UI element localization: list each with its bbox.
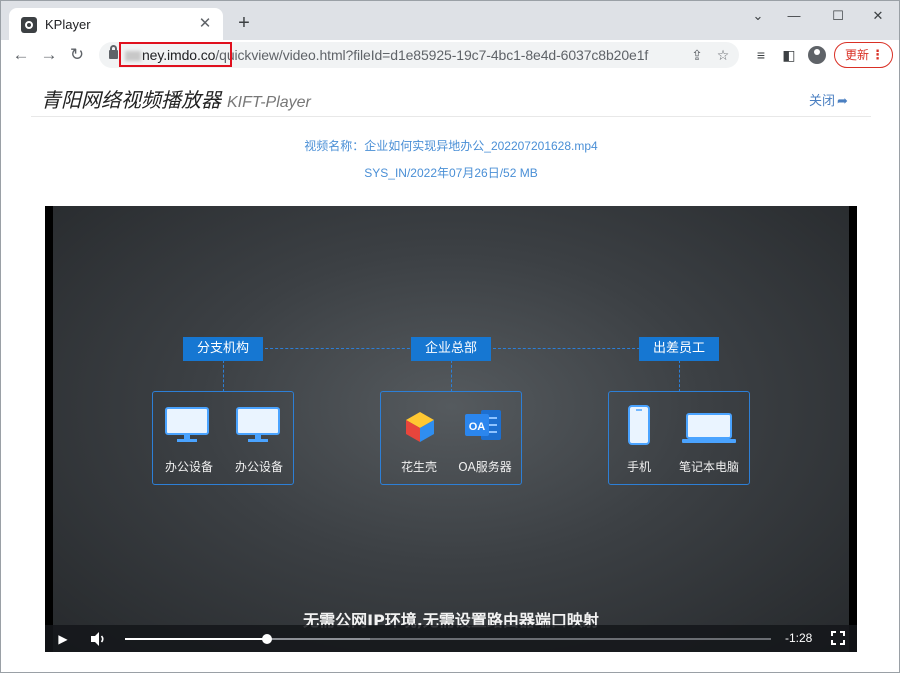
browser-tab[interactable]: KPlayer ✕ [9,8,223,41]
node-box-branch: 办公设备 办公设备 [152,391,294,485]
close-window-button[interactable]: ✕ [863,7,893,25]
browser-tab-bar: KPlayer ✕ + ⌄ — ☐ ✕ [0,0,900,41]
update-button[interactable]: 更新 ⋮ [834,42,893,68]
time-remaining: -1:28 [785,631,813,645]
progress-thumb[interactable] [262,634,273,644]
node-title-branch: 分支机构 [183,337,263,361]
reload-icon[interactable]: ↻ [65,43,89,67]
fullscreen-icon[interactable] [831,631,845,645]
sidepanel-icon[interactable]: ◧ [778,44,800,66]
node-title-staff: 出差员工 [639,337,719,361]
video-frame: 分支机构 办公设备 办公设备 企业总部 OA 花生壳 OA服务器 出差员工 手机… [53,206,849,652]
connector-line [265,348,415,349]
phone-icon [628,405,650,445]
node-box-hq: OA 花生壳 OA服务器 [380,391,522,485]
player-controls: ▶ -1:28 [45,625,857,652]
device-label: OA服务器 [458,460,512,474]
close-link[interactable]: 关闭 ➦ [809,90,848,109]
tab-search-icon[interactable]: ⌄ [743,7,773,25]
volume-icon[interactable] [89,630,107,648]
update-label: 更新 [845,48,870,62]
page-brand: 青阳网络视频播放器 KIFT-Player [41,84,311,113]
tab-title: KPlayer [45,17,91,32]
connector-line [223,360,224,392]
connector-line [493,348,645,349]
device-label: 笔记本电脑 [678,460,739,474]
monitor-icon [165,407,209,442]
forward-icon[interactable]: → [37,43,61,67]
back-icon[interactable]: ← [9,43,33,67]
url-path: /quickview/video.html?fileId=d1e85925-19… [215,47,649,63]
video-meta: SYS_IN/2022年07月26日/52 MB [364,166,538,180]
device-label: 花生壳 [400,460,437,474]
maximize-button[interactable]: ☐ [823,7,853,25]
url-highlight-box [119,42,232,67]
brand-subtitle: KIFT-Player [227,94,311,111]
laptop-icon [682,413,736,443]
peanut-shell-icon [406,412,434,442]
page-content: 青阳网络视频播放器 KIFT-Player 关闭 ➦ 视频名称：企业如何实现异地办公… [0,70,900,673]
device-label: 手机 [626,460,651,474]
minimize-button[interactable]: — [779,7,809,25]
share-arrow-icon: ➦ [837,93,848,108]
device-label: 办公设备 [234,460,283,474]
close-tab-icon[interactable]: ✕ [195,14,215,34]
kplayer-favicon-icon [21,17,37,33]
star-icon[interactable]: ☆ [713,45,733,65]
oa-icon-text: OA [469,421,486,433]
video-player[interactable]: 分支机构 办公设备 办公设备 企业总部 OA 花生壳 OA服务器 出差员工 手机… [45,206,857,652]
close-label: 关闭 [809,93,836,108]
media-icon[interactable]: ≡ [750,44,772,66]
connector-line [451,360,452,392]
play-icon[interactable]: ▶ [53,629,73,649]
device-label: 办公设备 [164,460,213,474]
header-divider [31,116,871,117]
played-bar [125,638,268,640]
monitor-icon [236,407,280,442]
oa-server-icon: OA [465,410,501,440]
progress-track[interactable] [125,634,771,644]
share-icon[interactable]: ⇪ [687,45,707,65]
profile-icon[interactable] [808,46,826,64]
brand-title: 青阳网络视频播放器 [41,88,221,112]
node-title-hq: 企业总部 [411,337,491,361]
lock-icon[interactable] [109,45,118,59]
node-box-staff: 手机 笔记本电脑 [608,391,750,485]
menu-icon[interactable]: ⋮ [871,43,884,67]
new-tab-button[interactable]: + [233,12,255,34]
connector-line [679,360,680,392]
video-name: 视频名称：企业如何实现异地办公_202207201628.mp4 [304,139,598,153]
